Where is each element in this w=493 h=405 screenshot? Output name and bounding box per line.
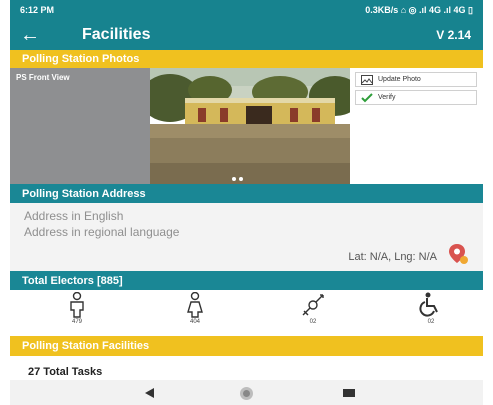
status-bar: 6:12 PM 0.3KB/s ⌂ ◎ .ıl 4G .ıl 4G ▯: [10, 0, 483, 20]
page-title: Facilities: [82, 26, 151, 43]
elector-male: 479: [47, 292, 107, 325]
lat-lng-text: Lat: N/A, Lng: N/A: [348, 251, 437, 263]
location-pin-icon[interactable]: [447, 243, 469, 265]
elector-male-count: 479: [71, 319, 82, 325]
update-photo-label: Update Photo: [378, 76, 421, 83]
verify-label: Verify: [378, 94, 396, 101]
address-regional-field[interactable]: Address in regional language: [24, 225, 469, 239]
electors-row: 479 404 02 02: [10, 290, 483, 336]
polling-station-photo[interactable]: [150, 68, 350, 184]
elector-female: 404: [165, 292, 225, 325]
system-nav-bar: [10, 380, 483, 405]
nav-home-icon[interactable]: [240, 387, 253, 400]
update-photo-button[interactable]: Update Photo: [355, 72, 477, 87]
status-indicators: 0.3KB/s ⌂ ◎ .ıl 4G .ıl 4G ▯: [365, 4, 473, 15]
nav-recents-icon[interactable]: [343, 389, 355, 397]
address-section-title: Polling Station Address: [22, 187, 146, 200]
nav-back-icon[interactable]: [145, 388, 154, 398]
app-bar: ← Facilities V 2.14: [10, 20, 483, 50]
facilities-section-header: Polling Station Facilities: [10, 336, 483, 356]
photos-section-title: Polling Station Photos: [22, 53, 140, 65]
third-gender-icon: [302, 294, 324, 316]
wheelchair-icon: [419, 292, 438, 317]
station-photo-image: [150, 68, 350, 184]
carousel-dot[interactable]: [232, 177, 236, 181]
elector-third-gender: 02: [283, 292, 343, 325]
facilities-section-title: Polling Station Facilities: [22, 340, 150, 352]
version-label: V 2.14: [436, 28, 471, 42]
electors-section-title: Total Electors [885]: [22, 274, 123, 287]
carousel-dot[interactable]: [239, 177, 243, 181]
carousel-indicator: [232, 168, 262, 181]
photos-section-header: Polling Station Photos: [10, 50, 483, 68]
address-panel: Address in English Address in regional l…: [10, 203, 483, 271]
elector-pwd-count: 02: [427, 319, 435, 325]
elector-female-count: 404: [189, 319, 200, 325]
electors-section-header: Total Electors [885]: [10, 271, 483, 290]
photo-icon: [361, 75, 373, 85]
photos-row: PS Front View Update Photo Verify: [10, 68, 483, 184]
female-voter-icon: [187, 292, 203, 318]
checkmark-icon: [361, 93, 373, 103]
male-voter-icon: [70, 292, 84, 318]
total-tasks-label: 27 Total Tasks: [10, 358, 483, 380]
photo-label-panel: PS Front View: [10, 68, 150, 184]
address-english-field[interactable]: Address in English: [24, 209, 469, 223]
elector-third-gender-count: 02: [309, 319, 317, 325]
elector-pwd: 02: [401, 292, 461, 325]
status-time: 6:12 PM: [20, 5, 55, 15]
app-screen: 6:12 PM 0.3KB/s ⌂ ◎ .ıl 4G .ıl 4G ▯ ← Fa…: [10, 0, 483, 405]
verify-button[interactable]: Verify: [355, 90, 477, 105]
address-section-header: Polling Station Address: [10, 184, 483, 203]
photo-label: PS Front View: [16, 73, 70, 82]
arrow-left-icon[interactable]: ←: [10, 20, 50, 50]
